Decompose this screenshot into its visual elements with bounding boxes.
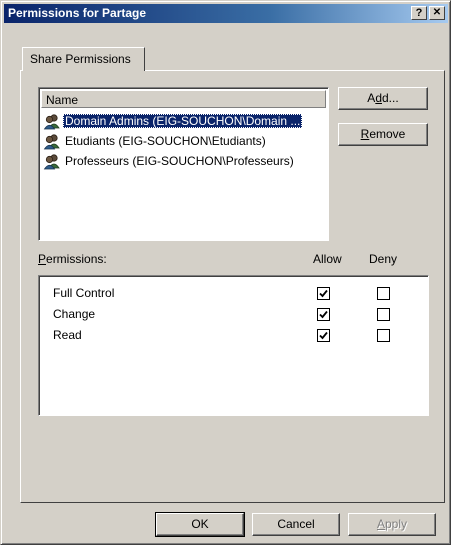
window-title: Permissions for Partage [8, 6, 147, 20]
permission-row: Full Control [53, 285, 433, 306]
column-header-label: Name [46, 93, 79, 107]
permission-name: Change [53, 307, 96, 321]
permission-row: Change [53, 306, 433, 327]
permission-name: Read [53, 328, 82, 342]
permission-name: Full Control [53, 286, 115, 300]
apply-button[interactable]: Apply [348, 513, 436, 536]
group-icon [43, 114, 60, 130]
allow-checkbox[interactable] [317, 308, 330, 321]
cancel-button[interactable]: Cancel [252, 513, 340, 536]
deny-checkbox[interactable] [377, 308, 390, 321]
deny-checkbox[interactable] [377, 329, 390, 342]
list-item-label: Professeurs (EIG-SOUCHON\Professeurs) [65, 154, 294, 168]
permissions-list: Full Control Change Read [38, 275, 429, 416]
list-item-label: Domain Admins (EIG-SOUCHON\Domain ... [63, 114, 303, 128]
permission-row: Read [53, 327, 433, 348]
tab-label: Share Permissions [30, 52, 131, 66]
allow-checkbox[interactable] [317, 287, 330, 300]
list-column-header-name[interactable]: Name [41, 90, 326, 108]
group-icon [43, 154, 60, 170]
list-item-label: Etudiants (EIG-SOUCHON\Etudiants) [65, 134, 266, 148]
permissions-label: Permissions: [38, 252, 107, 266]
users-listview[interactable]: Name Domain Admins (EIG-SOUCHON\Domain .… [38, 87, 329, 241]
close-button[interactable]: ✕ [429, 6, 445, 20]
title-bar[interactable]: Permissions for Partage ? ✕ [4, 4, 448, 23]
allow-checkbox[interactable] [317, 329, 330, 342]
add-button[interactable]: Add... [338, 87, 428, 110]
group-icon [43, 134, 60, 150]
permissions-dialog: Permissions for Partage ? ✕ Share Permis… [0, 0, 451, 545]
tab-share-permissions[interactable]: Share Permissions [22, 47, 145, 71]
help-button[interactable]: ? [411, 6, 427, 20]
ok-button[interactable]: OK [155, 512, 245, 537]
remove-button[interactable]: Remove [338, 123, 428, 146]
allow-column-header: Allow [313, 252, 342, 266]
deny-column-header: Deny [369, 252, 398, 266]
deny-checkbox[interactable] [377, 287, 390, 300]
